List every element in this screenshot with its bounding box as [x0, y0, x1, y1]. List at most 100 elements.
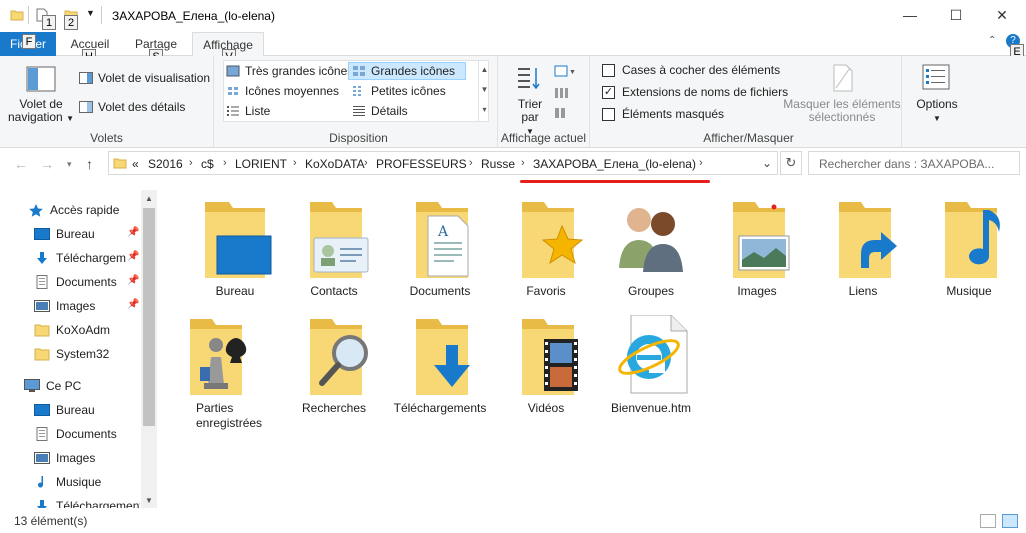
nav-pc-images[interactable]: Images — [34, 448, 95, 468]
videos-folder-icon — [522, 319, 578, 395]
crumb-c[interactable]: c$ — [201, 157, 214, 171]
navigation-pane-button[interactable]: Volet de navigation ▼ — [6, 98, 76, 125]
search-box[interactable]: Rechercher dans : ЗАХАРОВА... — [808, 151, 1020, 175]
options-button[interactable]: Options ▼ — [908, 98, 966, 125]
layout-label: Petites icônes — [371, 84, 446, 98]
layout-extra-large-icons[interactable]: Très grandes icônes — [226, 64, 353, 78]
crumb-russe[interactable]: Russe — [481, 157, 515, 171]
minimize-button[interactable]: — — [887, 0, 933, 30]
nav-documents[interactable]: Documents — [34, 272, 117, 292]
file-extensions-toggle[interactable]: ✓ Extensions de noms de fichiers — [602, 85, 788, 99]
details-pane-button[interactable]: Volet des détails — [79, 100, 185, 114]
hidden-items-checkbox[interactable] — [602, 107, 615, 121]
nav-pc-documents[interactable]: Documents — [34, 424, 117, 444]
file-item-bienvenue[interactable]: Bienvenue.htm — [601, 315, 701, 416]
navigation-pane: Accès rapide Bureau 📌 Téléchargements 📌 … — [0, 190, 156, 508]
file-item-documents[interactable]: A Documents — [390, 198, 490, 299]
refresh-icon[interactable]: ↻ — [780, 151, 802, 175]
file-extensions-label: Extensions de noms de fichiers — [622, 85, 789, 99]
nav-quick-access[interactable]: Accès rapide — [28, 200, 119, 220]
crumb-overflow[interactable]: « — [132, 157, 139, 171]
large-icons-view-icon[interactable] — [1002, 514, 1018, 528]
crumb-koxodata[interactable]: KoXoDATA — [305, 157, 365, 171]
nav-scroll-thumb[interactable] — [143, 208, 155, 426]
nav-system32[interactable]: System32 — [34, 344, 109, 364]
navigation-pane-icon — [26, 66, 56, 95]
pin-icon[interactable]: 📌 — [127, 299, 139, 310]
nav-label: Téléchargements — [56, 499, 140, 508]
details-view-icon[interactable] — [980, 514, 996, 528]
nav-images[interactable]: Images — [34, 296, 95, 316]
maximize-button[interactable]: ☐ — [933, 0, 979, 30]
nav-koxoadm[interactable]: KoXoAdm — [34, 320, 110, 340]
file-item-favoris[interactable]: Favoris — [496, 198, 596, 299]
file-label: Musique — [946, 284, 992, 298]
nav-pc-telechargements[interactable]: Téléchargements — [34, 496, 140, 508]
layout-small-icons[interactable]: Petites icônes — [352, 84, 446, 98]
search-input[interactable]: Rechercher dans : ЗАХАРОВА... — [819, 157, 994, 171]
file-item-videos[interactable]: Vidéos — [496, 315, 596, 416]
hidden-items-toggle[interactable]: Éléments masqués — [602, 107, 724, 121]
file-item-contacts[interactable]: Contacts — [284, 198, 384, 299]
scroll-up-icon[interactable]: ▲ — [145, 194, 153, 203]
crumb-current[interactable]: ЗАХАРОВА_Елена_(lo-elena) — [533, 157, 696, 171]
crumb-s2016[interactable]: S2016 — [148, 157, 183, 171]
file-item-telechargements[interactable]: Téléchargements — [390, 315, 490, 416]
file-item-bureau[interactable]: Bureau — [185, 198, 285, 299]
preview-pane-label: Volet de visualisation — [98, 71, 211, 85]
address-bar[interactable]: « S2016 › c$ › LORIENT › KoXoDATA › PROF… — [108, 151, 778, 175]
pin-icon[interactable]: 📌 — [127, 227, 139, 238]
scroll-down-icon[interactable]: ▼ — [145, 496, 153, 505]
chevron-right-icon[interactable]: › — [699, 157, 703, 169]
nav-pc-bureau[interactable]: Bureau — [34, 400, 95, 420]
chevron-right-icon[interactable]: › — [521, 157, 525, 169]
add-columns-icon[interactable] — [554, 86, 576, 103]
pin-icon[interactable]: 📌 — [127, 275, 139, 286]
file-label: Bienvenue.htm — [610, 401, 692, 415]
group-label-current-view: Affichage actuel — [500, 131, 587, 145]
layout-large-icons[interactable]: Grandes icônes — [348, 62, 466, 80]
chevron-down-icon[interactable]: ⌄ — [762, 156, 772, 170]
file-item-images[interactable]: Images — [707, 198, 807, 299]
qat-dropdown-icon[interactable]: ▼ — [86, 8, 95, 18]
file-extensions-checkbox[interactable]: ✓ — [602, 85, 615, 99]
forward-arrow-icon[interactable]: → — [40, 156, 54, 172]
file-item-liens[interactable]: Liens — [813, 198, 913, 299]
layout-gallery-scroll[interactable]: ▲ ▼ ▾ — [478, 60, 490, 122]
file-item-musique[interactable]: Musique — [919, 198, 1019, 299]
pin-icon[interactable]: 📌 — [127, 251, 139, 262]
crumb-professeurs[interactable]: PROFESSEURS — [376, 157, 467, 171]
up-arrow-icon[interactable]: ↑ — [86, 156, 93, 172]
preview-pane-button[interactable]: Volet de visualisation — [79, 71, 210, 85]
chevron-right-icon[interactable]: › — [293, 157, 297, 169]
download-icon — [34, 499, 50, 508]
nav-ce-pc[interactable]: Ce PC — [24, 376, 81, 396]
close-button[interactable]: ✕ — [979, 0, 1025, 30]
groups-icon — [619, 208, 683, 272]
layout-details[interactable]: Détails — [352, 104, 408, 118]
nav-pc-musique[interactable]: Musique — [34, 472, 101, 492]
chevron-right-icon[interactable]: › — [223, 157, 227, 169]
crumb-lorient[interactable]: LORIENT — [235, 157, 287, 171]
layout-medium-icons[interactable]: Icônes moyennes — [226, 84, 339, 98]
file-item-recherches[interactable]: Recherches — [284, 315, 384, 416]
collapse-ribbon-icon[interactable]: ⌃ — [988, 35, 996, 46]
file-item-parties-enregistrees[interactable]: Parties enregistrées — [164, 315, 264, 431]
group-by-icon[interactable]: ▼ — [554, 64, 576, 81]
chevron-right-icon[interactable]: › — [364, 157, 368, 169]
nav-bureau[interactable]: Bureau — [34, 224, 95, 244]
hide-selected-button[interactable]: Masquer les éléments sélectionnés — [782, 98, 902, 124]
recent-locations-icon[interactable]: ▾ — [67, 159, 72, 170]
file-item-groupes[interactable]: Groupes — [601, 198, 701, 299]
chevron-right-icon[interactable]: › — [189, 157, 193, 169]
item-checkboxes-checkbox[interactable] — [602, 63, 615, 77]
nav-telechargements[interactable]: Téléchargements — [34, 248, 126, 268]
nav-label: Accès rapide — [50, 203, 120, 217]
layout-label: Détails — [371, 104, 408, 118]
layout-list[interactable]: Liste — [226, 104, 270, 118]
size-columns-icon[interactable] — [554, 106, 576, 123]
back-arrow-icon[interactable]: ← — [14, 156, 28, 172]
item-checkboxes-toggle[interactable]: Cases à cocher des éléments — [602, 63, 780, 77]
chevron-right-icon[interactable]: › — [469, 157, 473, 169]
file-label: Recherches — [301, 401, 367, 415]
